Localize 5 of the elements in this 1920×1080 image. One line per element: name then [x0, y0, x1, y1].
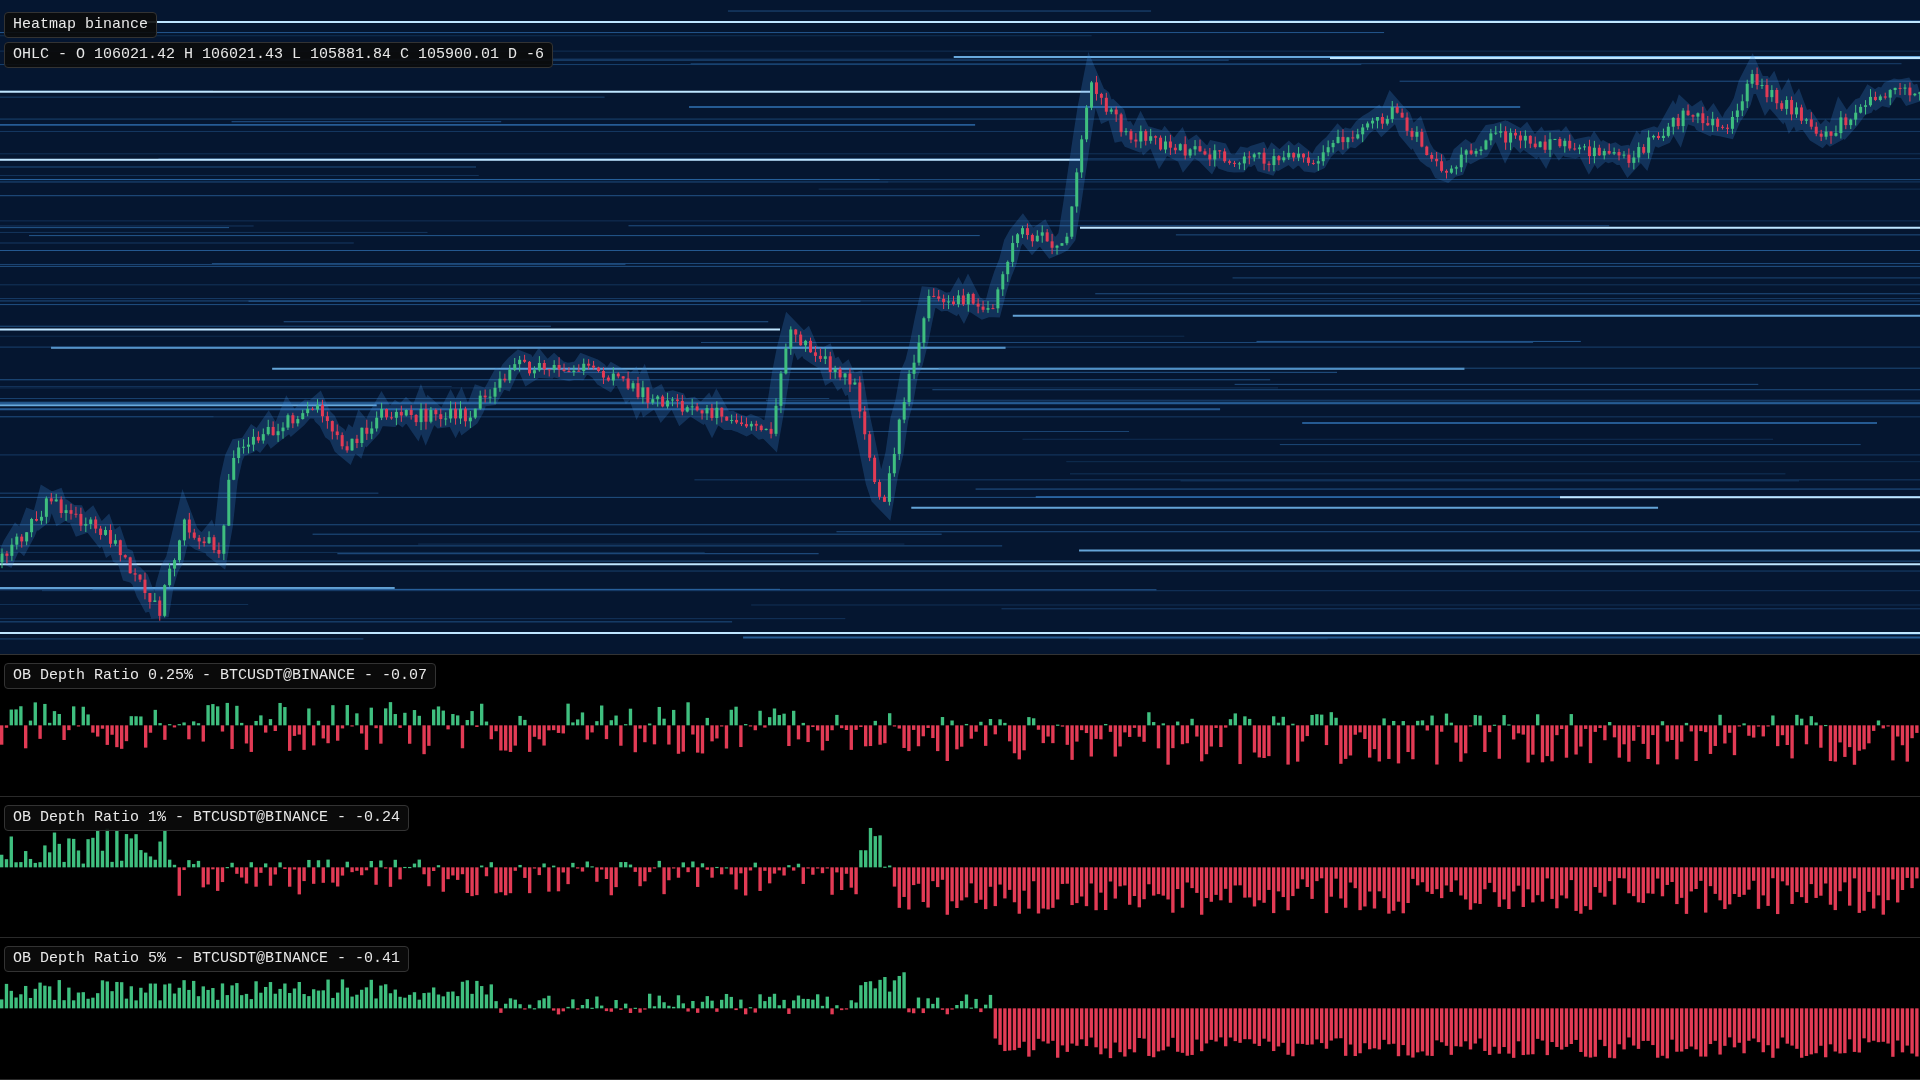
indicator-label: OB Depth Ratio 1% - BTCUSDT@BINANCE - -0.24: [4, 804, 410, 831]
chart-title: Heatmap binance: [4, 12, 158, 38]
ohlc-readout: OHLC - O 106021.42 H 106021.43 L 105881.84 C 105900.01 D -6: [4, 42, 554, 68]
indicator-label: OB Depth Ratio 0.25% - BTCUSDT@BINANCE - -0.07: [4, 663, 437, 689]
indicator-label: OB Depth Ratio 5% - BTCUSDT@BINANCE - -0.41: [4, 946, 410, 973]
